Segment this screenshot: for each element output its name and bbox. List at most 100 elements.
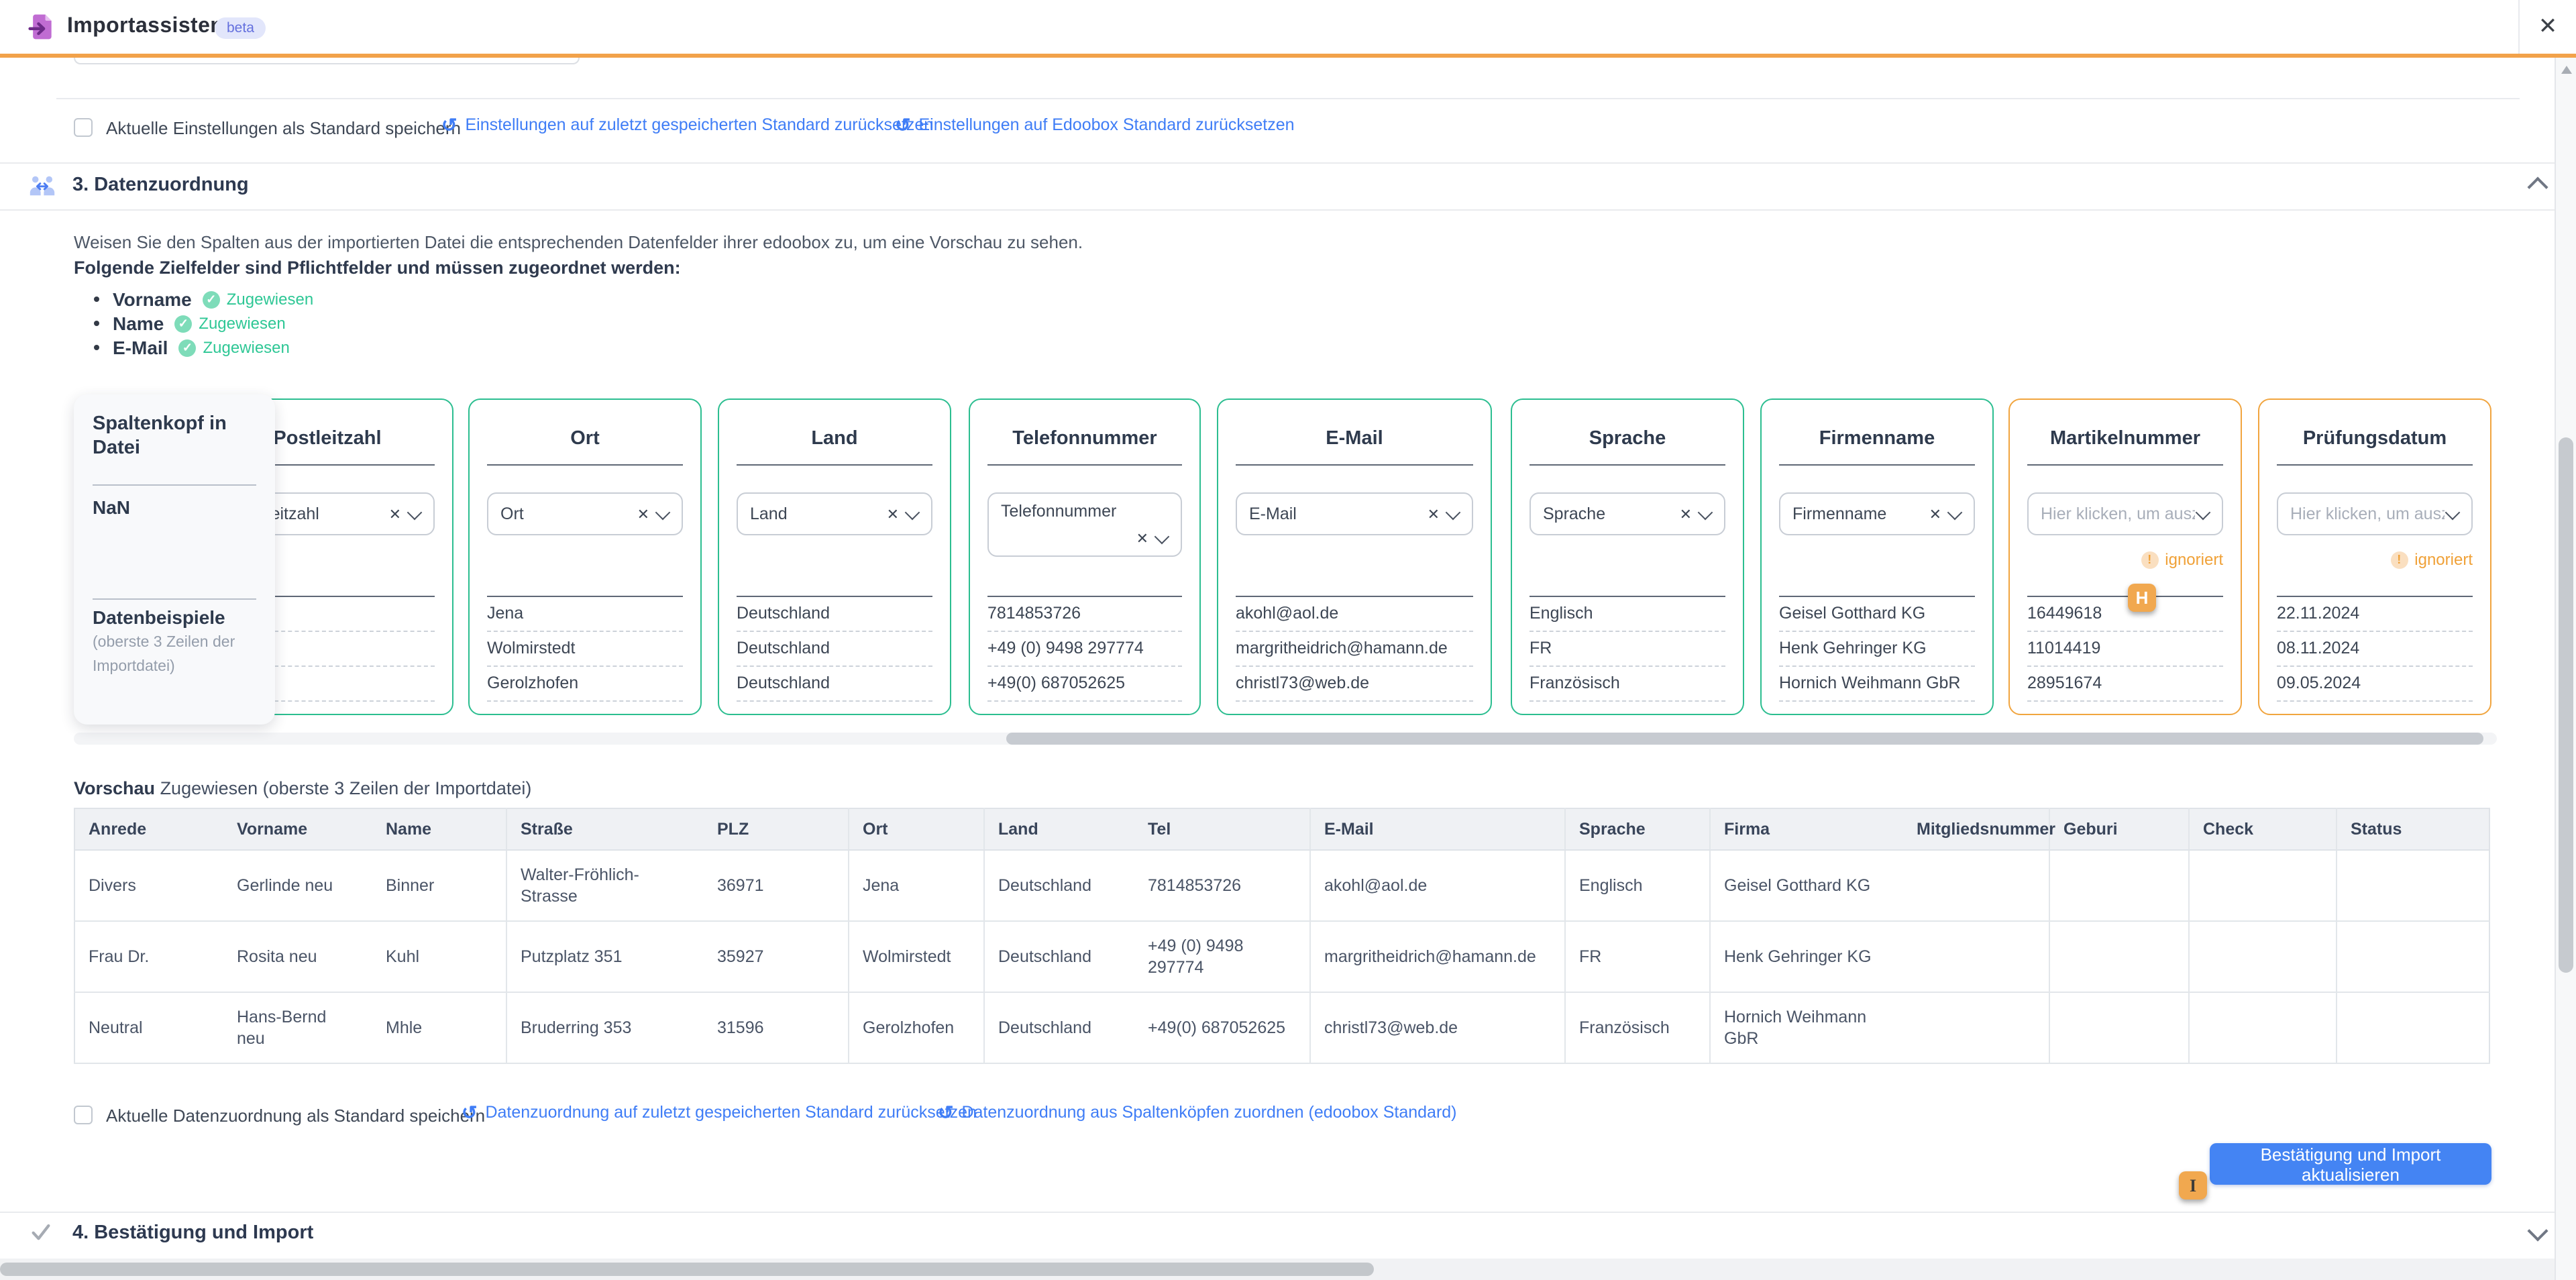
warning-circle-icon: ! <box>2141 551 2158 568</box>
clear-icon[interactable]: ✕ <box>632 505 655 523</box>
table-cell: Kuhl <box>372 921 506 992</box>
confirm-import-button[interactable]: Bestätigung und Import aktualisieren <box>2210 1143 2491 1185</box>
divider <box>93 484 256 486</box>
chevron-down-icon[interactable] <box>2196 504 2211 520</box>
field-mapping-select[interactable]: Sprache✕ <box>1529 492 1725 535</box>
sample-value: 11014419 <box>2027 632 2223 667</box>
table-cell: 36971 <box>704 850 849 921</box>
scroll-up-arrow-icon[interactable] <box>2561 66 2572 74</box>
chevron-down-icon[interactable] <box>2527 1220 2548 1241</box>
section3-title: 3. Datenzuordnung <box>72 174 249 196</box>
select-value: Land <box>738 504 881 523</box>
table-cell <box>2049 992 2189 1063</box>
vertical-scrollbar-thumb[interactable] <box>2559 437 2573 973</box>
required-field-name: Name <box>113 313 164 334</box>
clear-icon[interactable]: ✕ <box>384 505 407 523</box>
clear-icon[interactable]: ✕ <box>1422 505 1445 523</box>
chevron-down-icon[interactable] <box>1947 504 1963 520</box>
field-card-title: Ort <box>470 428 700 449</box>
select-placeholder: Hier klicken, um auszuwählen <box>2278 504 2445 523</box>
column-header-anrede: Anrede <box>74 808 223 850</box>
undo-icon: ↺ <box>938 1104 953 1120</box>
chevron-down-icon[interactable] <box>905 504 920 520</box>
table-cell <box>2189 992 2337 1063</box>
cards-scrollbar-thumb[interactable] <box>1006 733 2483 745</box>
chevron-down-icon[interactable] <box>655 504 671 520</box>
horizontal-scrollbar-thumb[interactable] <box>0 1263 1374 1276</box>
chevron-down-icon[interactable] <box>1446 504 1461 520</box>
required-field-vorname: Vorname ✓Zugewiesen <box>94 288 313 310</box>
clear-icon[interactable]: ✕ <box>881 505 904 523</box>
reset-mapping-last-link[interactable]: ↺ Datenzuordnung auf zuletzt gespeichert… <box>462 1103 977 1122</box>
close-icon[interactable]: ✕ <box>2518 0 2576 54</box>
select-icons <box>2445 506 2471 521</box>
table-cell <box>1903 850 2049 921</box>
save-mapping-checkbox[interactable] <box>74 1106 93 1124</box>
field-mapping-select[interactable]: Telefonnummer✕ <box>987 492 1182 557</box>
chevron-down-icon[interactable] <box>407 504 423 520</box>
bullet-icon <box>94 345 99 350</box>
table-cell: Deutschland <box>984 850 1134 921</box>
field-card-title: Land <box>719 428 950 449</box>
assigned-label: Zugewiesen <box>227 290 313 309</box>
map-from-headers-link[interactable]: ↺ Datenzuordnung aus Spaltenköpfen zuord… <box>938 1103 1457 1122</box>
table-cell: Geisel Gotthard KG <box>1710 850 1903 921</box>
clear-icon[interactable]: ✕ <box>1924 505 1947 523</box>
chevron-down-icon[interactable] <box>1698 504 1713 520</box>
save-mapping-label: Aktuelle Datenzuordnung als Standard spe… <box>106 1106 485 1126</box>
divider <box>0 1212 2555 1213</box>
table-cell: 7814853726 <box>1134 850 1310 921</box>
sample-value: Jena <box>487 597 683 632</box>
map-from-headers-label: Datenzuordnung aus Spaltenköpfen zuordne… <box>961 1103 1456 1122</box>
check-circle-icon: ✓ <box>174 315 192 332</box>
horizontal-scrollbar[interactable] <box>0 1259 2555 1280</box>
sample-value: christl73@web.de <box>1236 667 1473 702</box>
table-cell: margritheidrich@hamann.de <box>1310 921 1565 992</box>
ignored-badge: !ignoriert <box>2390 550 2473 569</box>
vertical-scrollbar[interactable] <box>2555 58 2576 1280</box>
field-mapping-select[interactable]: Ort✕ <box>487 492 683 535</box>
sample-value: 22.11.2024 <box>2277 597 2473 632</box>
field-mapping-select[interactable]: Hier klicken, um auszuwählen <box>2277 492 2473 535</box>
legend-samples-note: (oberste 3 Zeilen der Importdatei) <box>93 631 251 679</box>
field-mapping-select[interactable]: Firmenname✕ <box>1779 492 1975 535</box>
sample-value: Geisel Gotthard KG <box>1779 597 1975 632</box>
cards-horizontal-scrollbar[interactable] <box>74 733 2497 745</box>
field-mapping-select[interactable]: E-Mail✕ <box>1236 492 1473 535</box>
select-icons: ✕ <box>1674 505 1724 523</box>
chevron-down-icon[interactable] <box>1155 529 1170 545</box>
previous-section-element-edge <box>74 58 580 64</box>
table-cell: Deutschland <box>984 921 1134 992</box>
select-icons: ✕ <box>1131 530 1181 547</box>
save-settings-checkbox[interactable] <box>74 118 93 137</box>
reset-settings-last-link[interactable]: ↺ Einstellungen auf zuletzt gespeicherte… <box>441 115 933 134</box>
confirm-section-check-icon <box>30 1221 52 1244</box>
table-row: NeutralHans-Bernd neuMhleBruderring 3533… <box>74 992 2489 1063</box>
required-field-name: Name ✓Zugewiesen <box>94 313 286 334</box>
clear-icon[interactable]: ✕ <box>1131 530 1154 547</box>
select-icons: ✕ <box>1924 505 1974 523</box>
select-value: Sprache <box>1531 504 1674 523</box>
field-mapping-select[interactable]: Hier klicken, um auszuwählen <box>2027 492 2223 535</box>
preview-label-rest: Zugewiesen (oberste 3 Zeilen der Importd… <box>155 778 531 798</box>
reset-settings-default-link[interactable]: ↺ Einstellungen auf Edoobox Standard zur… <box>895 115 1295 134</box>
table-cell <box>1903 992 2049 1063</box>
select-icons <box>2195 506 2222 521</box>
reset-settings-last-label: Einstellungen auf zuletzt gespeicherten … <box>465 115 933 134</box>
select-value: Firmenname <box>1780 504 1924 523</box>
clear-icon[interactable]: ✕ <box>1674 505 1697 523</box>
table-cell <box>2189 921 2337 992</box>
field-mapping-select[interactable]: Land✕ <box>737 492 932 535</box>
column-header-stra-e: Straße <box>506 808 704 850</box>
table-cell: 35927 <box>704 921 849 992</box>
table-cell: akohl@aol.de <box>1310 850 1565 921</box>
table-cell: Deutschland <box>984 992 1134 1063</box>
divider <box>1236 464 1473 466</box>
sample-value: 08.11.2024 <box>2277 632 2473 667</box>
sample-value: margritheidrich@hamann.de <box>1236 632 1473 667</box>
column-header-firma: Firma <box>1710 808 1903 850</box>
undo-icon: ↺ <box>462 1104 477 1120</box>
column-header-name: Name <box>372 808 506 850</box>
chevron-down-icon[interactable] <box>2445 504 2461 520</box>
chevron-up-icon[interactable] <box>2527 176 2548 197</box>
